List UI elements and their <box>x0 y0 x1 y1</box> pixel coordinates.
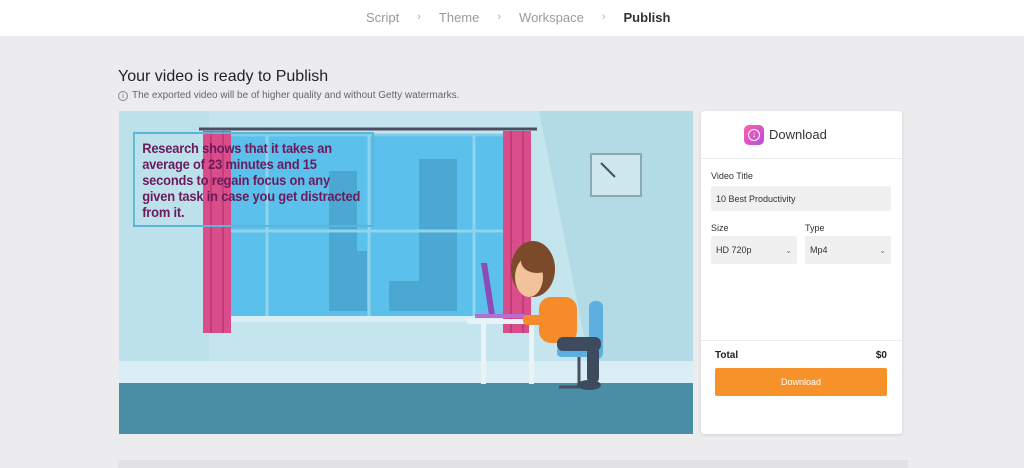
download-button[interactable]: Download <box>715 368 887 396</box>
video-caption: Research shows that it takes an average … <box>133 132 375 227</box>
divider <box>701 340 902 341</box>
video-title-label: Video Title <box>711 171 753 181</box>
chevron-down-icon: ⌄ <box>785 246 792 255</box>
quality-notice-text: The exported video will be of higher qua… <box>132 90 460 101</box>
page-title: Your video is ready to Publish <box>118 68 329 85</box>
total-value: $0 <box>875 350 887 361</box>
total-row: Total $0 <box>715 350 887 361</box>
video-preview[interactable]: Research shows that it takes an average … <box>119 111 693 434</box>
step-script[interactable]: Script <box>366 10 399 25</box>
bottom-strip <box>118 460 908 468</box>
total-label: Total <box>715 350 739 361</box>
step-publish[interactable]: Publish <box>624 10 671 25</box>
quality-notice: i The exported video will be of higher q… <box>118 90 459 101</box>
chevron-right-icon: › <box>601 11 606 23</box>
size-label: Size <box>711 223 729 233</box>
chevron-down-icon: ⌄ <box>879 246 886 255</box>
chevron-right-icon: › <box>497 11 502 23</box>
download-icon: ↓ <box>744 124 764 145</box>
step-workspace[interactable]: Workspace <box>519 10 584 25</box>
video-title-input[interactable]: 10 Best Productivity <box>711 186 891 211</box>
top-navigation-bar: Script › Theme › Workspace › Publish <box>0 0 1024 36</box>
size-select[interactable]: HD 720p ⌄ <box>711 236 797 264</box>
type-label: Type <box>805 223 825 233</box>
info-icon: i <box>118 90 128 101</box>
step-theme[interactable]: Theme <box>439 10 479 25</box>
type-select[interactable]: Mp4 ⌄ <box>805 236 891 264</box>
progress-steps: Script › Theme › Workspace › Publish <box>366 0 670 34</box>
type-select-value: Mp4 <box>810 245 828 255</box>
download-panel-header: ↓ Download <box>701 111 902 159</box>
download-panel-title: Download <box>769 127 827 142</box>
download-panel: ↓ Download Video Title 10 Best Productiv… <box>701 111 902 434</box>
size-select-value: HD 720p <box>716 245 752 255</box>
chevron-right-icon: › <box>417 11 421 23</box>
